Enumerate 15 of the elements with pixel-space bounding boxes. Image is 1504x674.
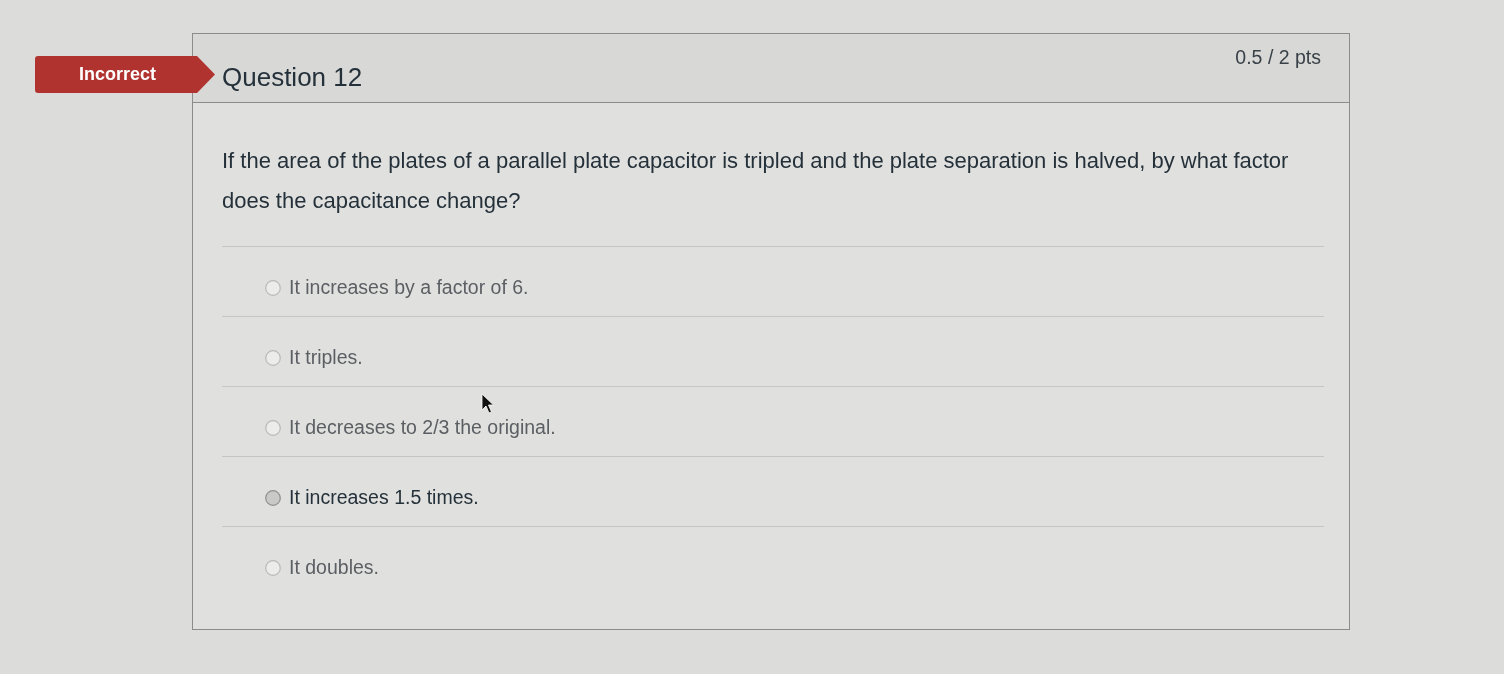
radio-button[interactable] (265, 419, 281, 436)
question-text: If the area of the plates of a parallel plate capacitor is tripled and the plate separation is halved, by what factor does the capacitance change? (222, 147, 1290, 215)
answer-option[interactable]: It increases by a factor of 6. (289, 276, 529, 299)
answer-option[interactable]: It increases 1.5 times. (289, 486, 479, 509)
radio-button[interactable] (265, 489, 281, 506)
answer-option[interactable]: It decreases to 2/3 the original. (289, 416, 556, 439)
result-banner: Incorrect (35, 56, 215, 93)
radio-button[interactable] (265, 279, 281, 296)
radio-button[interactable] (265, 349, 281, 366)
cursor-icon (481, 393, 494, 414)
answer-option[interactable]: It doubles. (289, 556, 379, 579)
answer-option[interactable]: It triples. (289, 346, 363, 369)
points-score: 0.5 / 2 pts (1235, 46, 1321, 69)
question-title: Question 12 (222, 62, 363, 93)
radio-button[interactable] (265, 559, 281, 576)
